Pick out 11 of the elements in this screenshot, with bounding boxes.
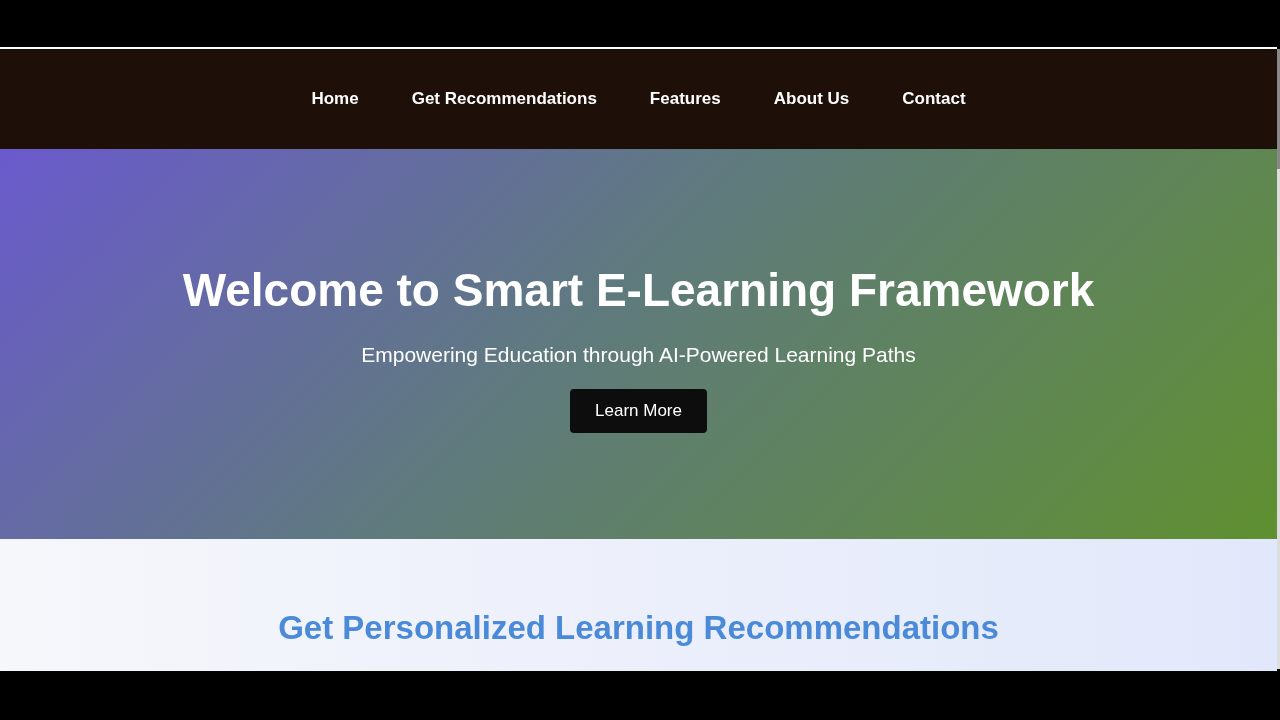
learn-more-button[interactable]: Learn More <box>570 389 707 433</box>
nav-link[interactable]: Home <box>311 89 359 109</box>
hero-subtitle: Empowering Education through AI-Powered Learning Paths <box>361 343 916 367</box>
nav-link[interactable]: Contact <box>902 89 966 109</box>
hero-title: Welcome to Smart E-Learning Framework <box>182 263 1095 317</box>
scrollbar-thumb[interactable] <box>1277 49 1280 169</box>
nav-link[interactable]: About Us <box>773 89 850 109</box>
nav-link[interactable]: Get Recommendations <box>411 89 597 109</box>
nav-link[interactable]: Features <box>649 89 721 109</box>
scrollbar[interactable] <box>1277 49 1280 669</box>
section-heading: Get Personalized Learning Recommendations <box>278 609 999 648</box>
